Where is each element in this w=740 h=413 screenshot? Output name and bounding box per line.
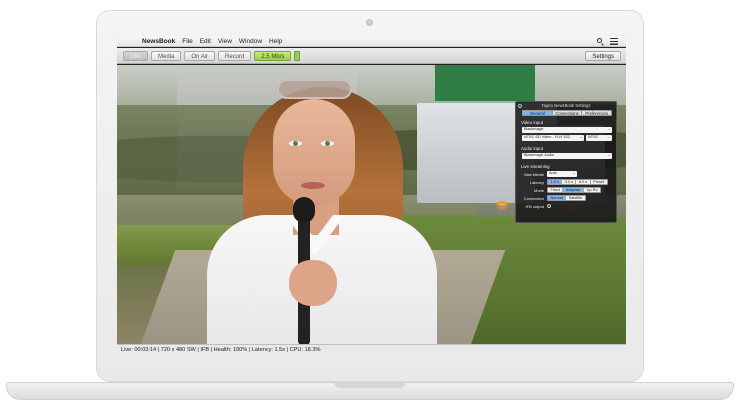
reporter-face bbox=[273, 99, 355, 205]
reporter-eye bbox=[289, 141, 302, 146]
reporter-lips bbox=[301, 182, 325, 189]
tab-preferences[interactable]: Preferences bbox=[581, 111, 611, 116]
latency-option-3s[interactable]: 3.0 s bbox=[561, 180, 575, 184]
video-device-select[interactable]: Blackmagic bbox=[522, 126, 612, 133]
mode-label: Mode bbox=[533, 188, 544, 193]
spotlight-search-icon[interactable] bbox=[597, 37, 605, 45]
microphone-icon bbox=[293, 197, 315, 223]
menu-help[interactable]: Help bbox=[269, 38, 282, 45]
mode-segmented-control: Fixed Adaptive Up-Ro bbox=[547, 187, 602, 193]
menu-bar: NewsBook File Edit View Window Help bbox=[117, 36, 626, 47]
webcam-icon bbox=[366, 19, 373, 26]
laptop-mockup: NewsBook File Edit View Window Help Live… bbox=[0, 0, 740, 413]
app-screen: NewsBook File Edit View Window Help Live… bbox=[117, 36, 626, 356]
signal-level-indicator bbox=[294, 50, 301, 61]
video-standard-select[interactable]: NTSC bbox=[586, 134, 612, 141]
latency-option-preset[interactable]: Preset bbox=[589, 180, 607, 184]
mode-option-adaptive[interactable]: Adaptive bbox=[562, 188, 584, 192]
main-toolbar: Live Media On Air Record 2.5 Mb/s Settin… bbox=[117, 48, 626, 64]
settings-panel-title: Tajero NewsBook Settings bbox=[541, 103, 591, 108]
record-button[interactable]: Record bbox=[218, 50, 252, 61]
live-streaming-heading: Live streaming bbox=[521, 164, 550, 169]
menu-edit[interactable]: Edit bbox=[200, 38, 211, 45]
menu-app-name[interactable]: NewsBook bbox=[142, 38, 175, 45]
connection-option-satellite[interactable]: Satellite bbox=[565, 196, 585, 200]
live-button[interactable]: Live bbox=[123, 50, 149, 61]
mode-option-fixed[interactable]: Fixed bbox=[548, 188, 562, 192]
menu-view[interactable]: View bbox=[218, 38, 232, 45]
latency-label: Latency bbox=[529, 180, 544, 185]
latency-segmented-control: 1.5 s 3.0 s 8.0 s Preset bbox=[547, 179, 608, 185]
latency-option-8s[interactable]: 8.0 s bbox=[575, 180, 589, 184]
ifb-output-label: IFB output bbox=[525, 204, 544, 209]
audio-device-select[interactable]: Blackmagic Audio bbox=[522, 152, 612, 159]
connection-option-normal[interactable]: Normal bbox=[548, 196, 566, 200]
audio-input-heading: Audio input bbox=[521, 146, 543, 151]
video-format-select[interactable]: NTSC SD Video - YUV 422 bbox=[522, 134, 584, 141]
ifb-refresh-icon[interactable] bbox=[547, 204, 551, 208]
settings-tabs: General Connections Preferences bbox=[522, 110, 612, 116]
settings-button[interactable]: Settings bbox=[585, 50, 621, 61]
max-bitrate-label: Max bitrate bbox=[524, 172, 544, 177]
media-button[interactable]: Media bbox=[151, 50, 182, 61]
video-road-sign bbox=[435, 65, 535, 101]
video-preview: Tajero NewsBook Settings General Connect… bbox=[117, 65, 626, 344]
latency-option-1-5s[interactable]: 1.5 s bbox=[548, 180, 562, 184]
menu-window[interactable]: Window bbox=[239, 38, 262, 45]
reporter-eye bbox=[321, 141, 334, 146]
video-input-heading: Video input bbox=[521, 120, 543, 125]
mode-option-up-ro[interactable]: Up-Ro bbox=[583, 188, 600, 192]
reporter-hand bbox=[289, 260, 337, 306]
tab-connections[interactable]: Connections bbox=[551, 111, 582, 116]
bitrate-indicator: 2.5 Mb/s bbox=[254, 50, 292, 61]
on-air-button[interactable]: On Air bbox=[184, 50, 216, 61]
connection-label: Connection bbox=[523, 196, 544, 201]
reporter-sunglasses bbox=[277, 79, 352, 99]
notification-list-icon[interactable] bbox=[610, 37, 618, 45]
connection-segmented-control: Normal Satellite bbox=[547, 195, 586, 201]
menu-file[interactable]: File bbox=[182, 38, 192, 45]
status-bar: Live: 00:03:14 | 720 x 480 SW | IFB | He… bbox=[117, 344, 626, 356]
max-bitrate-select[interactable]: Auto bbox=[547, 170, 577, 177]
laptop-notch bbox=[334, 382, 406, 388]
settings-panel: Tajero NewsBook Settings General Connect… bbox=[515, 101, 617, 223]
tab-general[interactable]: General bbox=[523, 111, 552, 116]
